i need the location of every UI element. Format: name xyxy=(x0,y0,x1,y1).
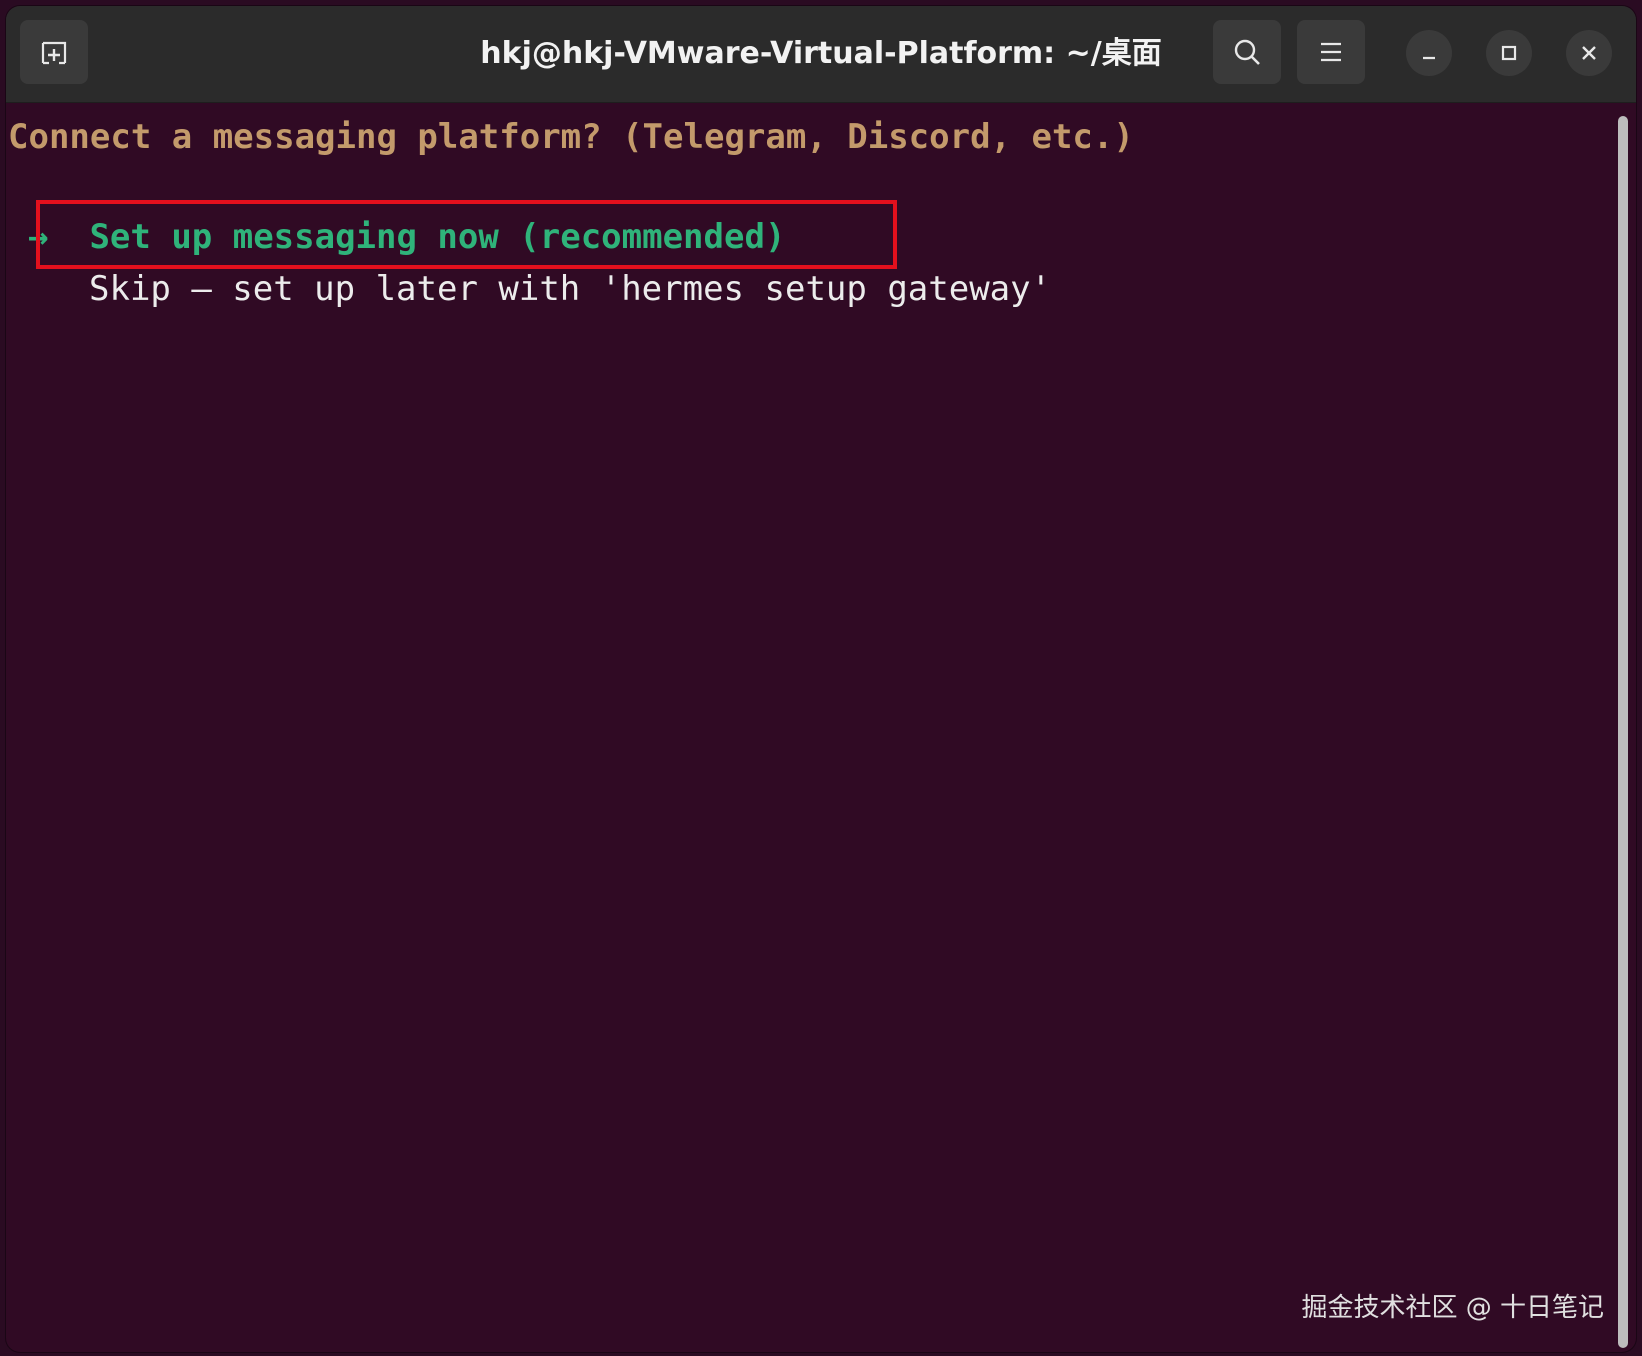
search-icon xyxy=(1234,39,1260,65)
scrollbar[interactable] xyxy=(1618,116,1628,1348)
terminal-output[interactable]: Connect a messaging platform? (Telegram,… xyxy=(6,103,1610,1352)
watermark: 掘金技术社区 @ 十日笔记 xyxy=(1301,1293,1604,1323)
maximize-button[interactable] xyxy=(1486,30,1532,76)
option-label: Skip — set up later with 'hermes setup g… xyxy=(89,269,1052,309)
close-button[interactable] xyxy=(1566,30,1612,76)
maximize-icon xyxy=(1501,45,1517,61)
prompt-question: Connect a messaging platform? (Telegram,… xyxy=(8,117,1134,157)
new-tab-button[interactable] xyxy=(20,20,88,84)
new-tab-icon xyxy=(41,41,67,65)
menu-button[interactable] xyxy=(1297,20,1365,84)
highlight-annotation-box xyxy=(36,200,897,269)
option-skip[interactable]: Skip — set up later with 'hermes setup g… xyxy=(89,267,1051,311)
close-icon xyxy=(1582,46,1596,60)
minimize-button[interactable] xyxy=(1406,30,1452,76)
minimize-icon xyxy=(1423,56,1435,60)
search-button[interactable] xyxy=(1213,20,1281,84)
window-title: hkj@hkj-VMware-Virtual-Platform: ~/桌面 xyxy=(480,36,1162,71)
hamburger-menu-icon xyxy=(1321,42,1341,62)
terminal-window: hkj@hkj-VMware-Virtual-Platform: ~/桌面 Co… xyxy=(6,6,1636,1352)
title-bar[interactable]: hkj@hkj-VMware-Virtual-Platform: ~/桌面 xyxy=(6,6,1636,103)
